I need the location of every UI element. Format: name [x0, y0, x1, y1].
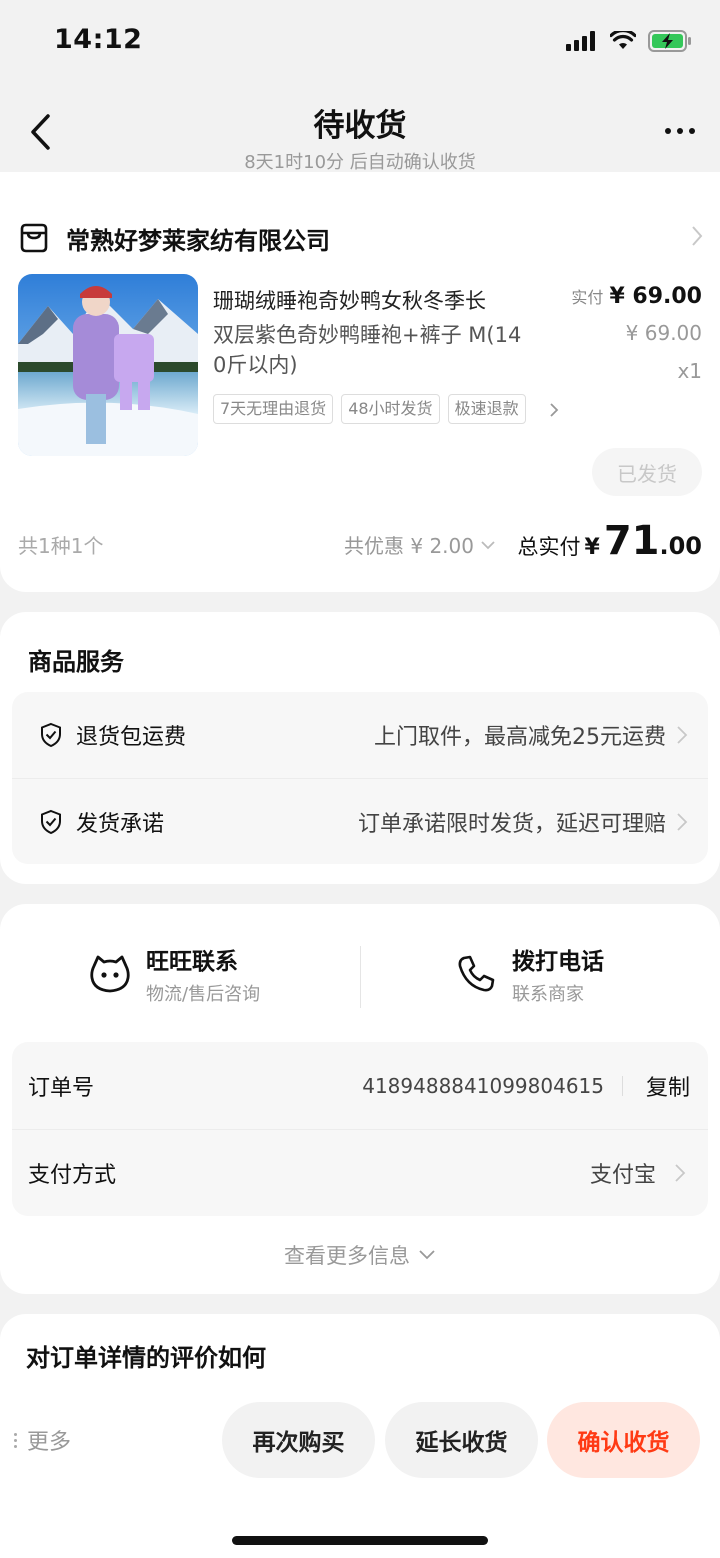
order-number-label: 订单号 — [28, 1075, 95, 1101]
divider — [360, 946, 361, 1008]
discount-amount: 共优惠 ¥ 2.00 — [344, 534, 474, 558]
product-tag: 7天无理由退货 — [213, 394, 334, 424]
chevron-right-icon — [675, 1164, 686, 1182]
rating-title: 对订单详情的评价如何 — [26, 1344, 266, 1372]
order-info-list: 订单号 4189488841099804615 复制 支付方式 支付宝 — [12, 1042, 708, 1216]
service-name: 退货包运费 — [76, 725, 187, 750]
product-sku-line1: 双层紫色奇妙鸭睡袍+裤子 M(14 — [213, 323, 522, 347]
services-title: 商品服务 — [28, 648, 124, 676]
wangwang-subtitle: 物流/售后咨询 — [146, 984, 261, 1005]
buy-again-button[interactable]: 再次购买 — [222, 1402, 375, 1478]
product-tag: 极速退款 — [447, 394, 526, 424]
payment-method-value: 支付宝 — [589, 1163, 656, 1188]
signal-icon — [566, 31, 595, 51]
status-icons — [566, 30, 692, 52]
view-more-info-button[interactable]: 查看更多信息 — [0, 1240, 720, 1270]
paid-price: 实付 ¥ 69.00 — [571, 284, 702, 309]
wangwang-icon — [90, 955, 130, 993]
product-sku-line2: 0斤以内) — [213, 353, 298, 377]
product-title[interactable]: 珊瑚绒睡袍奇妙鸭女秋冬季长 双层紫色奇妙鸭睡袍+裤子 M(14 0斤以内) — [213, 284, 558, 382]
total-label: 总实付 — [517, 535, 581, 559]
original-price: ¥ 69.00 — [625, 321, 702, 345]
order-summary: 共1种1个 共优惠 ¥ 2.00 总实付 ¥ 71 .00 — [18, 518, 702, 568]
phone-subtitle: 联系商家 — [512, 984, 584, 1005]
vertical-dots-icon — [14, 1432, 17, 1448]
home-indicator[interactable] — [232, 1536, 488, 1545]
more-actions-label: 更多 — [27, 1430, 72, 1455]
services-card: 商品服务 退货包运费 上门取件，最高减免25元运费 发货承诺 订单承诺限时发货，… — [0, 612, 720, 884]
product-image[interactable] — [18, 274, 198, 456]
order-card: 常熟好梦莱家纺有限公司 珊瑚绒睡袍奇妙鸭女秋冬季长 双层紫色奇妙鸭睡袍+裤子 M… — [0, 172, 720, 592]
wifi-icon — [610, 31, 636, 49]
store-icon — [20, 223, 48, 253]
quantity: x1 — [677, 359, 702, 383]
phone-title: 拨打电话 — [512, 949, 604, 975]
chevron-down-icon — [481, 540, 495, 549]
payment-method-label: 支付方式 — [28, 1163, 117, 1188]
service-desc: 上门取件，最高减免25元运费 — [374, 725, 666, 750]
more-dots-icon[interactable] — [658, 116, 702, 146]
chevron-right-icon — [692, 226, 703, 246]
status-bar: 14:12 — [0, 0, 720, 88]
service-item-shipping-promise[interactable]: 发货承诺 订单承诺限时发货，延迟可理赔 — [12, 778, 708, 864]
item-count: 共1种1个 — [18, 534, 104, 558]
total-paid: 总实付 ¥ 71 .00 — [518, 518, 703, 564]
status-time: 14:12 — [54, 24, 143, 55]
shop-name[interactable]: 常熟好梦莱家纺有限公司 — [66, 221, 330, 256]
order-number-value: 4189488841099804615 — [362, 1073, 604, 1098]
paid-price-value: ¥ 69.00 — [609, 284, 702, 309]
shield-check-icon — [41, 722, 61, 748]
chevron-down-icon — [419, 1250, 435, 1260]
copy-order-number-button[interactable]: 复制 — [646, 1070, 690, 1102]
wangwang-contact-button[interactable]: 旺旺联系 物流/售后咨询 — [88, 934, 260, 1014]
battery-charging-icon — [648, 30, 691, 52]
chevron-right-icon — [677, 812, 688, 831]
phone-icon — [458, 955, 495, 992]
product-tag: 48小时发货 — [341, 394, 440, 424]
price-column: 实付 ¥ 69.00 ¥ 69.00 x1 — [571, 284, 702, 383]
service-desc: 订单承诺限时发货，延迟可理赔 — [357, 811, 666, 837]
wangwang-title: 旺旺联系 — [146, 949, 238, 975]
total-decimal: .00 — [659, 532, 702, 560]
page-title: 待收货 — [313, 108, 407, 144]
order-number-row: 订单号 4189488841099804615 复制 — [12, 1042, 708, 1129]
divider — [622, 1076, 623, 1096]
product-photo — [18, 274, 198, 456]
discount-toggle[interactable]: 共优惠 ¥ 2.00 — [344, 530, 496, 559]
bottom-action-bar: 更多 再次购买 延长收货 确认收货 — [0, 1400, 720, 1480]
call-phone-button[interactable]: 拨打电话 联系商家 — [454, 934, 604, 1014]
shipped-status-button[interactable]: 已发货 — [592, 448, 702, 496]
chevron-right-icon — [550, 403, 559, 417]
service-name: 发货承诺 — [76, 811, 165, 837]
auto-confirm-countdown: 8天1时10分 后自动确认收货 — [244, 152, 476, 173]
more-actions-button[interactable]: 更多 — [14, 1424, 71, 1456]
extend-receipt-button[interactable]: 延长收货 — [385, 1402, 538, 1478]
payment-method-row[interactable]: 支付方式 支付宝 — [12, 1129, 708, 1216]
total-integer: 71 — [603, 518, 660, 564]
chevron-right-icon — [677, 726, 688, 744]
tags-more-chevron[interactable] — [537, 396, 559, 424]
service-item-return-shipping[interactable]: 退货包运费 上门取件，最高减免25元运费 — [12, 692, 708, 778]
view-more-info-label: 查看更多信息 — [284, 1244, 410, 1268]
paid-price-label: 实付 — [571, 288, 604, 307]
product-tags: 7天无理由退货 48小时发货 极速退款 — [213, 394, 558, 426]
confirm-receipt-button[interactable]: 确认收货 — [547, 1402, 700, 1478]
total-currency: ¥ — [584, 535, 600, 560]
shop-row[interactable]: 常熟好梦莱家纺有限公司 — [18, 216, 708, 260]
contact-info-card: 旺旺联系 物流/售后咨询 拨打电话 联系商家 订单号 4189488841099… — [0, 904, 720, 1294]
nav-bar: 待收货 8天1时10分 后自动确认收货 — [0, 90, 720, 180]
product-name: 珊瑚绒睡袍奇妙鸭女秋冬季长 — [213, 289, 486, 313]
services-list: 退货包运费 上门取件，最高减免25元运费 发货承诺 订单承诺限时发货，延迟可理赔 — [12, 692, 708, 864]
shield-check-icon — [41, 809, 61, 834]
